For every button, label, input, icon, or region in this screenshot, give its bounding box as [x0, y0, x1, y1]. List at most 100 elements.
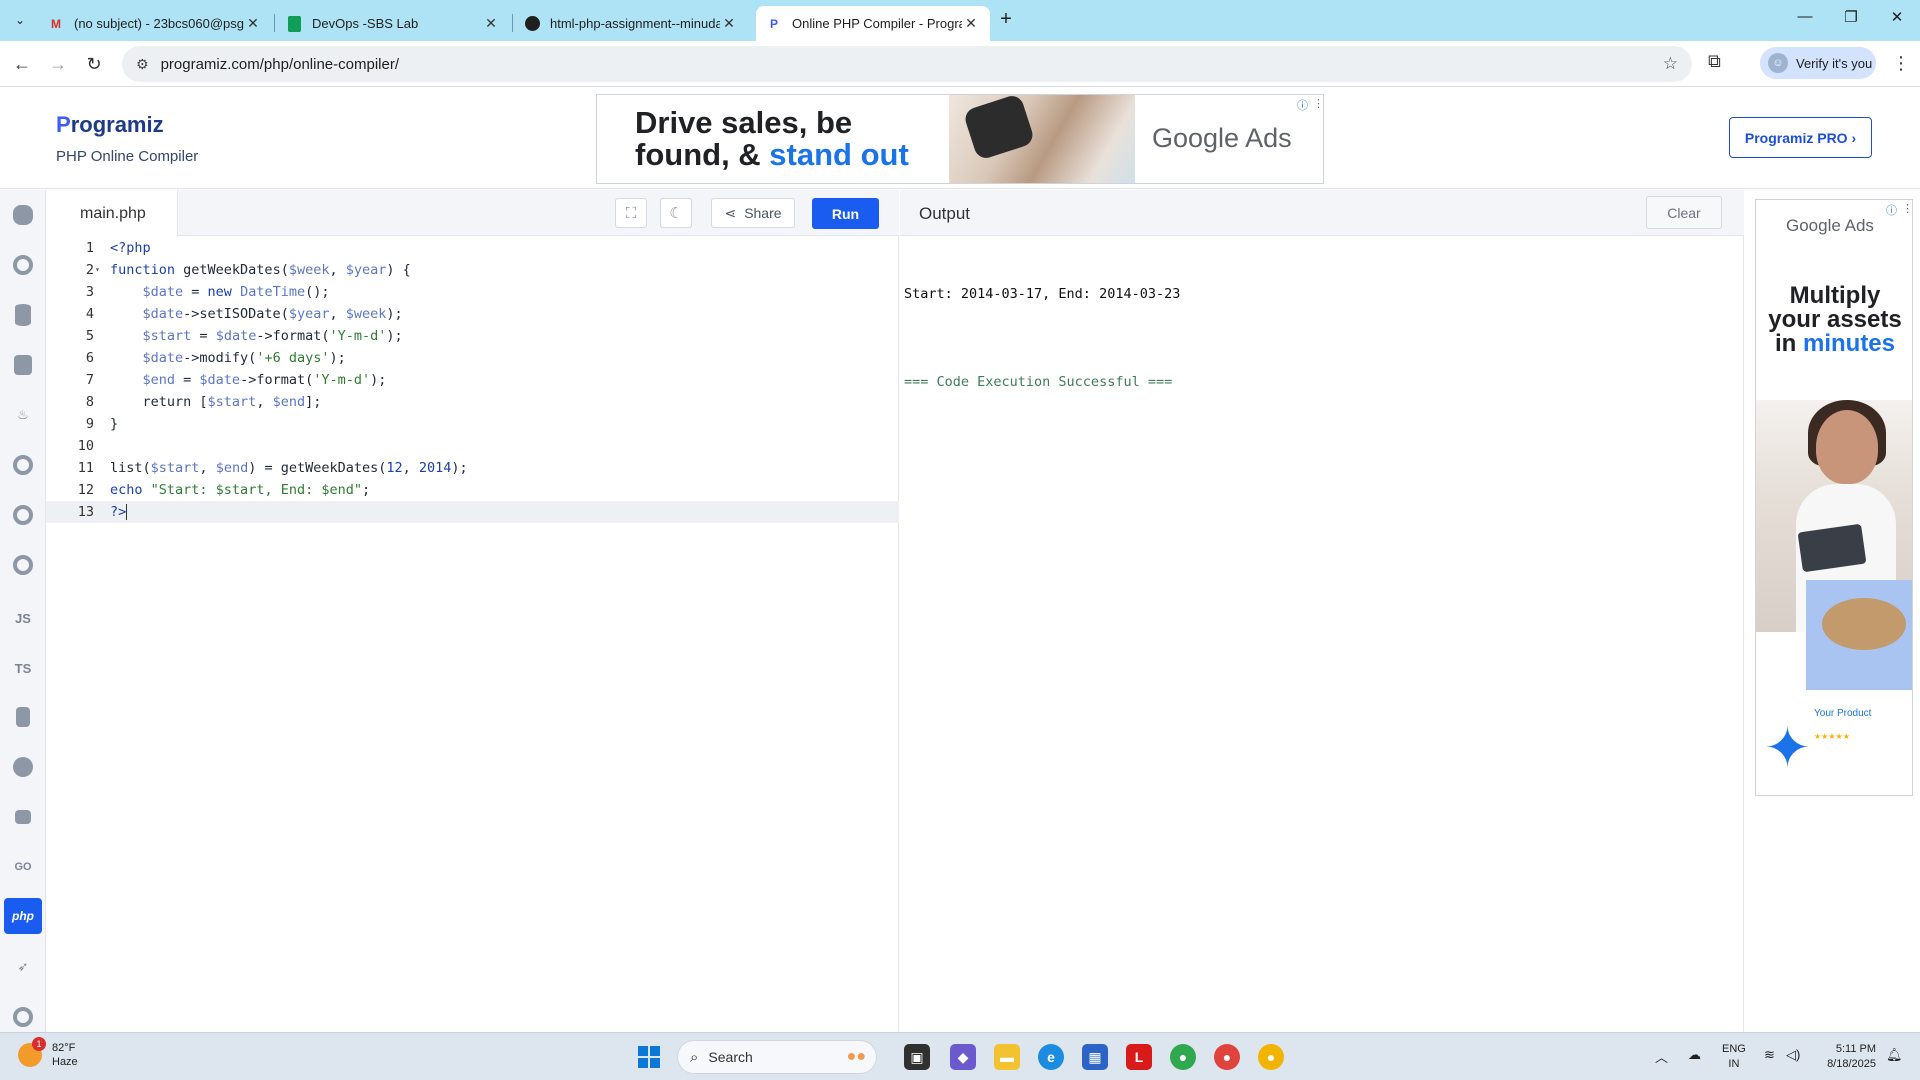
input-language-indicator[interactable]: ENG IN: [1722, 1042, 1746, 1072]
notifications-bell-icon[interactable]: 🔔︎: [1886, 1047, 1903, 1063]
code-line[interactable]: 6 $date->modify('+6 days');: [46, 347, 899, 369]
lens-app-icon[interactable]: L: [1126, 1044, 1152, 1070]
onedrive-icon[interactable]: ☁: [1688, 1047, 1701, 1063]
rust-icon[interactable]: [8, 1002, 38, 1032]
code-line[interactable]: 12 echo "Start: $start, End: $end";: [46, 479, 899, 501]
chrome-active-icon[interactable]: ●: [1258, 1044, 1284, 1070]
url-text[interactable]: programiz.com/php/online-compiler/: [161, 56, 399, 73]
rating-stars-icon: ★★★★★: [1814, 732, 1850, 741]
ad-info-icon[interactable]: ⓘ: [1886, 202, 1897, 218]
python-icon[interactable]: [8, 200, 38, 230]
back-button[interactable]: ←: [8, 50, 36, 78]
javascript-icon[interactable]: JS: [8, 603, 38, 633]
tab-github[interactable]: html-php-assignment--minuda ✕: [514, 6, 748, 41]
ad-menu-icon[interactable]: ⋮: [1902, 202, 1912, 215]
omnibox[interactable]: ⚙ programiz.com/php/online-compiler/ ☆: [122, 46, 1692, 82]
code-line[interactable]: 1 <?php: [46, 237, 899, 259]
typescript-icon[interactable]: TS: [8, 653, 38, 683]
extensions-icon[interactable]: ⧉: [1708, 51, 1721, 72]
tab-programiz[interactable]: P Online PHP Compiler - Program ✕: [756, 6, 990, 41]
browser-tab-bar: ⌄ M (no subject) - 23bcs060@psgrk ✕ DevO…: [0, 0, 1920, 41]
chrome-profile-icon[interactable]: ●: [1214, 1044, 1240, 1070]
go-icon[interactable]: GO: [8, 852, 38, 882]
swift-icon[interactable]: ➶: [8, 952, 38, 982]
minimize-button[interactable]: —: [1782, 8, 1828, 32]
bookmark-star-icon[interactable]: ☆: [1663, 54, 1678, 74]
dark-mode-icon[interactable]: ☾: [660, 198, 692, 228]
csharp-icon[interactable]: [8, 550, 38, 580]
store-icon[interactable]: ▦: [1082, 1044, 1108, 1070]
c-icon[interactable]: [8, 450, 38, 480]
code-area[interactable]: 1 <?php 2 ▾ function getWeekDates($week, $y…: [46, 237, 899, 523]
tray-overflow-icon[interactable]: ︿: [1655, 1047, 1668, 1066]
ad-headline: Multiply your assets in minutes: [1756, 282, 1912, 356]
wifi-icon[interactable]: ≋: [1764, 1047, 1775, 1063]
windows-start-icon[interactable]: [638, 1046, 660, 1068]
share-button[interactable]: ⋖ Share: [711, 198, 795, 228]
weather-condition: Haze: [52, 1056, 78, 1068]
temperature: 82°F: [52, 1042, 76, 1054]
output-console[interactable]: Start: 2014-03-17, End: 2014-03-23 === C…: [904, 239, 1180, 437]
close-icon[interactable]: ✕: [962, 15, 980, 32]
fold-arrow-icon[interactable]: ▾: [95, 259, 100, 281]
java-icon[interactable]: ♨: [8, 400, 38, 430]
copilot-icon[interactable]: ◆: [950, 1044, 976, 1070]
tab-gmail[interactable]: M (no subject) - 23bcs060@psgrk ✕: [38, 6, 272, 41]
close-icon[interactable]: ✕: [720, 15, 738, 32]
banner-ad[interactable]: Drive sales, be found, & stand out Googl…: [596, 94, 1324, 184]
chrome-icon[interactable]: ●: [1170, 1044, 1196, 1070]
ad-menu-icon[interactable]: ⋮: [1313, 97, 1323, 110]
close-window-button[interactable]: ✕: [1874, 8, 1920, 32]
fullscreen-icon[interactable]: ⛶: [615, 198, 647, 228]
clear-button[interactable]: Clear: [1646, 196, 1722, 229]
tab-sheets[interactable]: DevOps -SBS Lab ✕: [276, 6, 510, 41]
code-line[interactable]: 11 list($start, $end) = getWeekDates(12, …: [46, 457, 899, 479]
taskbar-search[interactable]: ⌕ Search ●●: [677, 1040, 877, 1074]
sql-icon[interactable]: [8, 300, 38, 330]
verify-profile-button[interactable]: ☺ Verify it's you: [1760, 47, 1876, 79]
php-icon[interactable]: php: [4, 898, 42, 934]
ad-headline-line-1: Multiply: [1789, 282, 1881, 309]
tab-search-button[interactable]: ⌄: [8, 8, 32, 32]
new-tab-button[interactable]: +: [995, 9, 1017, 31]
code-line[interactable]: 9}: [46, 413, 899, 435]
close-icon[interactable]: ✕: [244, 15, 262, 32]
task-view-icon[interactable]: ▣: [904, 1044, 930, 1070]
close-icon[interactable]: ✕: [482, 15, 500, 32]
reload-button[interactable]: ↻: [80, 50, 108, 78]
code-line[interactable]: 10: [46, 435, 899, 457]
cpp-icon[interactable]: [8, 500, 38, 530]
html-icon[interactable]: [8, 350, 38, 380]
side-ad[interactable]: ⓘ ⋮ Google Ads Multiply your assets in m…: [1755, 199, 1913, 796]
code-line[interactable]: 5 $start = $date->format('Y-m-d');: [46, 325, 899, 347]
forward-button[interactable]: →: [44, 50, 72, 78]
programiz-logo[interactable]: Programiz: [56, 112, 164, 138]
output-pane: Output Clear Start: 2014-03-17, End: 201…: [900, 190, 1744, 1032]
restore-button[interactable]: ❐: [1828, 8, 1874, 32]
site-info-icon[interactable]: ⚙: [136, 56, 149, 73]
ad-headline-accent: stand out: [769, 137, 909, 172]
database-icon[interactable]: [8, 702, 38, 732]
edge-icon[interactable]: e: [1038, 1044, 1064, 1070]
system-clock[interactable]: 5:11 PM 8/18/2025: [1816, 1042, 1876, 1072]
browser-menu-icon[interactable]: ⋮: [1892, 53, 1910, 74]
volume-icon[interactable]: ◁): [1786, 1047, 1800, 1063]
programiz-pro-button[interactable]: Programiz PRO ›: [1729, 117, 1872, 158]
run-button[interactable]: Run: [812, 198, 879, 229]
code-line-current[interactable]: 13 ?>: [46, 501, 899, 523]
code-line[interactable]: 7 $end = $date->format('Y-m-d');: [46, 369, 899, 391]
weather-widget[interactable]: 1 82°F Haze: [18, 1037, 78, 1069]
r-icon[interactable]: [8, 250, 38, 280]
ad-headline: Drive sales, be found, & stand out: [635, 107, 909, 171]
code-line[interactable]: 3 $date = new DateTime();: [46, 281, 899, 303]
file-tab[interactable]: main.php: [46, 190, 178, 237]
code-line[interactable]: 8 return [$start, $end];: [46, 391, 899, 413]
kotlin-icon[interactable]: [8, 752, 38, 782]
code-line[interactable]: 2 ▾ function getWeekDates($week, $year) {: [46, 259, 899, 281]
gmail-icon: M: [51, 16, 61, 31]
compiler-icon[interactable]: [8, 802, 38, 832]
output-title: Output: [919, 204, 971, 223]
code-line[interactable]: 4 $date->setISODate($year, $week);: [46, 303, 899, 325]
ad-info-icon[interactable]: ⓘ: [1297, 97, 1308, 113]
file-explorer-icon[interactable]: ▬: [994, 1044, 1020, 1070]
